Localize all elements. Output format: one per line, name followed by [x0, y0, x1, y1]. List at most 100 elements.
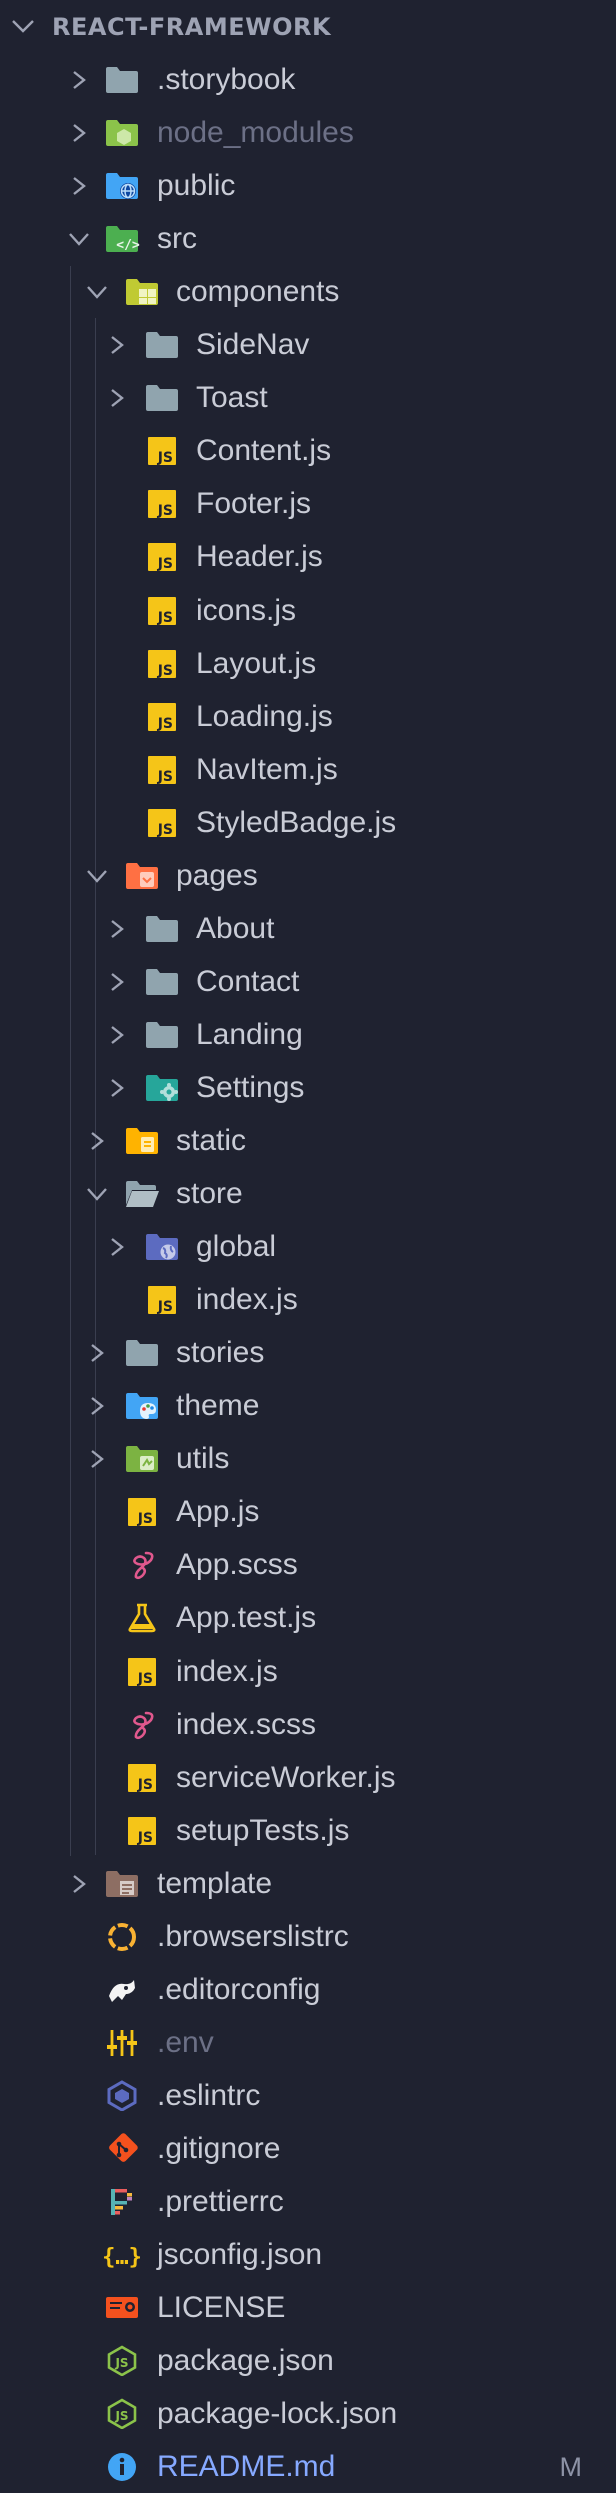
chevron-right-icon[interactable] [68, 69, 90, 91]
tree-item-label: Layout.js [196, 646, 317, 680]
chevron-right-icon[interactable] [86, 1448, 108, 1470]
tree-file-row[interactable]: JS index.js [0, 1273, 616, 1326]
nodejs-icon: JS [104, 2398, 140, 2430]
tree-file-row[interactable]: JS NavItem.js [0, 743, 616, 796]
chevron-down-icon[interactable] [86, 1183, 108, 1205]
tree-file-row[interactable]: JS serviceWorker.js [0, 1751, 616, 1804]
env-sliders-icon [104, 2027, 140, 2058]
chevron-right-icon[interactable] [106, 387, 128, 409]
svg-text:JS: JS [114, 2409, 128, 2423]
chevron-down-icon[interactable] [86, 281, 108, 303]
tree-file-row[interactable]: App.test.js [0, 1591, 616, 1644]
js-icon: JS [124, 1496, 160, 1527]
tree-file-row[interactable]: .gitignore [0, 2122, 616, 2175]
chevron-right-icon[interactable] [68, 175, 90, 197]
tree-item-label: global [196, 1230, 277, 1264]
chevron-right-icon[interactable] [106, 1236, 128, 1258]
tree-folder-row[interactable]: global [0, 1220, 616, 1273]
tree-file-row[interactable]: README.md M [0, 2440, 616, 2493]
tree-folder-row[interactable]: Contact [0, 955, 616, 1008]
tree-file-row[interactable]: JS Footer.js [0, 477, 616, 530]
svg-text:JS: JS [157, 450, 173, 466]
tree-item-label: package-lock.json [157, 2397, 398, 2431]
tree-item-label: Toast [196, 381, 268, 415]
chevron-right-icon[interactable] [86, 1395, 108, 1417]
tree-file-row[interactable]: JS package.json [0, 2334, 616, 2387]
tree-folder-row[interactable]: store [0, 1167, 616, 1220]
chevron-right-icon[interactable] [106, 1077, 128, 1099]
tree-item-label: src [157, 222, 197, 256]
tree-folder-row[interactable]: Settings [0, 1061, 616, 1114]
chevron-right-icon[interactable] [106, 1024, 128, 1046]
tree-item-label: static [176, 1124, 247, 1157]
tree-folder-row[interactable]: Toast [0, 371, 616, 424]
tree-file-row[interactable]: JS index.js [0, 1645, 616, 1698]
tree-folder-row[interactable]: </> src [0, 212, 616, 265]
js-icon: JS [144, 807, 180, 838]
tree-folder-row[interactable]: static [0, 1114, 616, 1167]
tree-folder-row[interactable]: Landing [0, 1008, 616, 1061]
chevron-right-icon[interactable] [68, 1873, 90, 1895]
tree-folder-row[interactable]: stories [0, 1326, 616, 1379]
svg-text:JS: JS [137, 1777, 153, 1793]
tree-item-label: Landing [196, 1017, 303, 1051]
svg-text:</>: </> [116, 238, 140, 253]
sass-icon [124, 1549, 160, 1580]
tree-file-row[interactable]: .eslintrc [0, 2069, 616, 2122]
tree-folder-row[interactable]: theme [0, 1379, 616, 1432]
tree-file-row[interactable]: JS Loading.js [0, 690, 616, 743]
tree-file-row[interactable]: App.scss [0, 1538, 616, 1591]
tree-item-label: serviceWorker.js [176, 1760, 396, 1794]
folder-icon [124, 1337, 160, 1368]
svg-text:JS: JS [157, 663, 173, 679]
chevron-down-icon[interactable] [86, 865, 108, 887]
tree-item-label: store [176, 1177, 243, 1211]
tree-folder-row[interactable]: SideNav [0, 318, 616, 371]
tree-file-row[interactable]: JS setupTests.js [0, 1804, 616, 1857]
tree-file-row[interactable]: index.scss [0, 1698, 616, 1751]
tree-file-row[interactable]: LICENSE [0, 2281, 616, 2334]
explorer-header[interactable]: REACT-FRAMEWORK [0, 0, 616, 53]
chevron-right-icon[interactable] [68, 122, 90, 144]
tree-file-row[interactable]: JS Layout.js [0, 637, 616, 690]
tree-file-row[interactable]: {…} jsconfig.json [0, 2228, 616, 2281]
info-icon [104, 2451, 140, 2482]
tree-item-label: Contact [196, 964, 300, 998]
tree-folder-row[interactable]: utils [0, 1432, 616, 1485]
tree-file-row[interactable]: .browserslistrc [0, 1910, 616, 1963]
svg-text:JS: JS [157, 503, 173, 519]
tree-item-label: package.json [157, 2344, 334, 2378]
chevron-right-icon[interactable] [106, 971, 128, 993]
tree-folder-row[interactable]: .storybook [0, 53, 616, 106]
tree-file-row[interactable]: .env [0, 2016, 616, 2069]
tree-file-row[interactable]: JS StyledBadge.js [0, 796, 616, 849]
tree-file-row[interactable]: JS App.js [0, 1485, 616, 1538]
tree-file-row[interactable]: JS Content.js [0, 424, 616, 477]
chevron-down-icon[interactable] [68, 228, 90, 250]
tree-folder-row[interactable]: node_modules [0, 106, 616, 159]
js-icon: JS [144, 1284, 180, 1315]
tree-file-row[interactable]: .prettierrc [0, 2175, 616, 2228]
tree-folder-row[interactable]: About [0, 902, 616, 955]
tree-item-label: Footer.js [196, 487, 312, 521]
tree-file-row[interactable]: JS icons.js [0, 584, 616, 637]
tree-file-row[interactable]: JS Header.js [0, 530, 616, 583]
chevron-right-icon[interactable] [86, 1342, 108, 1364]
tree-folder-row[interactable]: template [0, 1857, 616, 1910]
src-folder-icon: </> [104, 223, 140, 254]
js-icon: JS [124, 1762, 160, 1793]
tree-item-label: stories [176, 1336, 265, 1370]
chevron-right-icon[interactable] [106, 918, 128, 940]
svg-text:JS: JS [157, 769, 173, 785]
js-icon: JS [144, 648, 180, 679]
tree-file-row[interactable]: .editorconfig [0, 1963, 616, 2016]
chevron-right-icon[interactable] [86, 1130, 108, 1152]
tree-folder-row[interactable]: pages [0, 849, 616, 902]
tree-item-label: .prettierrc [157, 2185, 284, 2218]
chevron-right-icon[interactable] [106, 334, 128, 356]
tree-folder-row[interactable]: components [0, 265, 616, 318]
tree-file-row[interactable]: JS package-lock.json [0, 2387, 616, 2440]
tree-item-label: setupTests.js [176, 1813, 350, 1847]
tree-folder-row[interactable]: public [0, 159, 616, 212]
tree-item-label: index.js [196, 1283, 298, 1317]
